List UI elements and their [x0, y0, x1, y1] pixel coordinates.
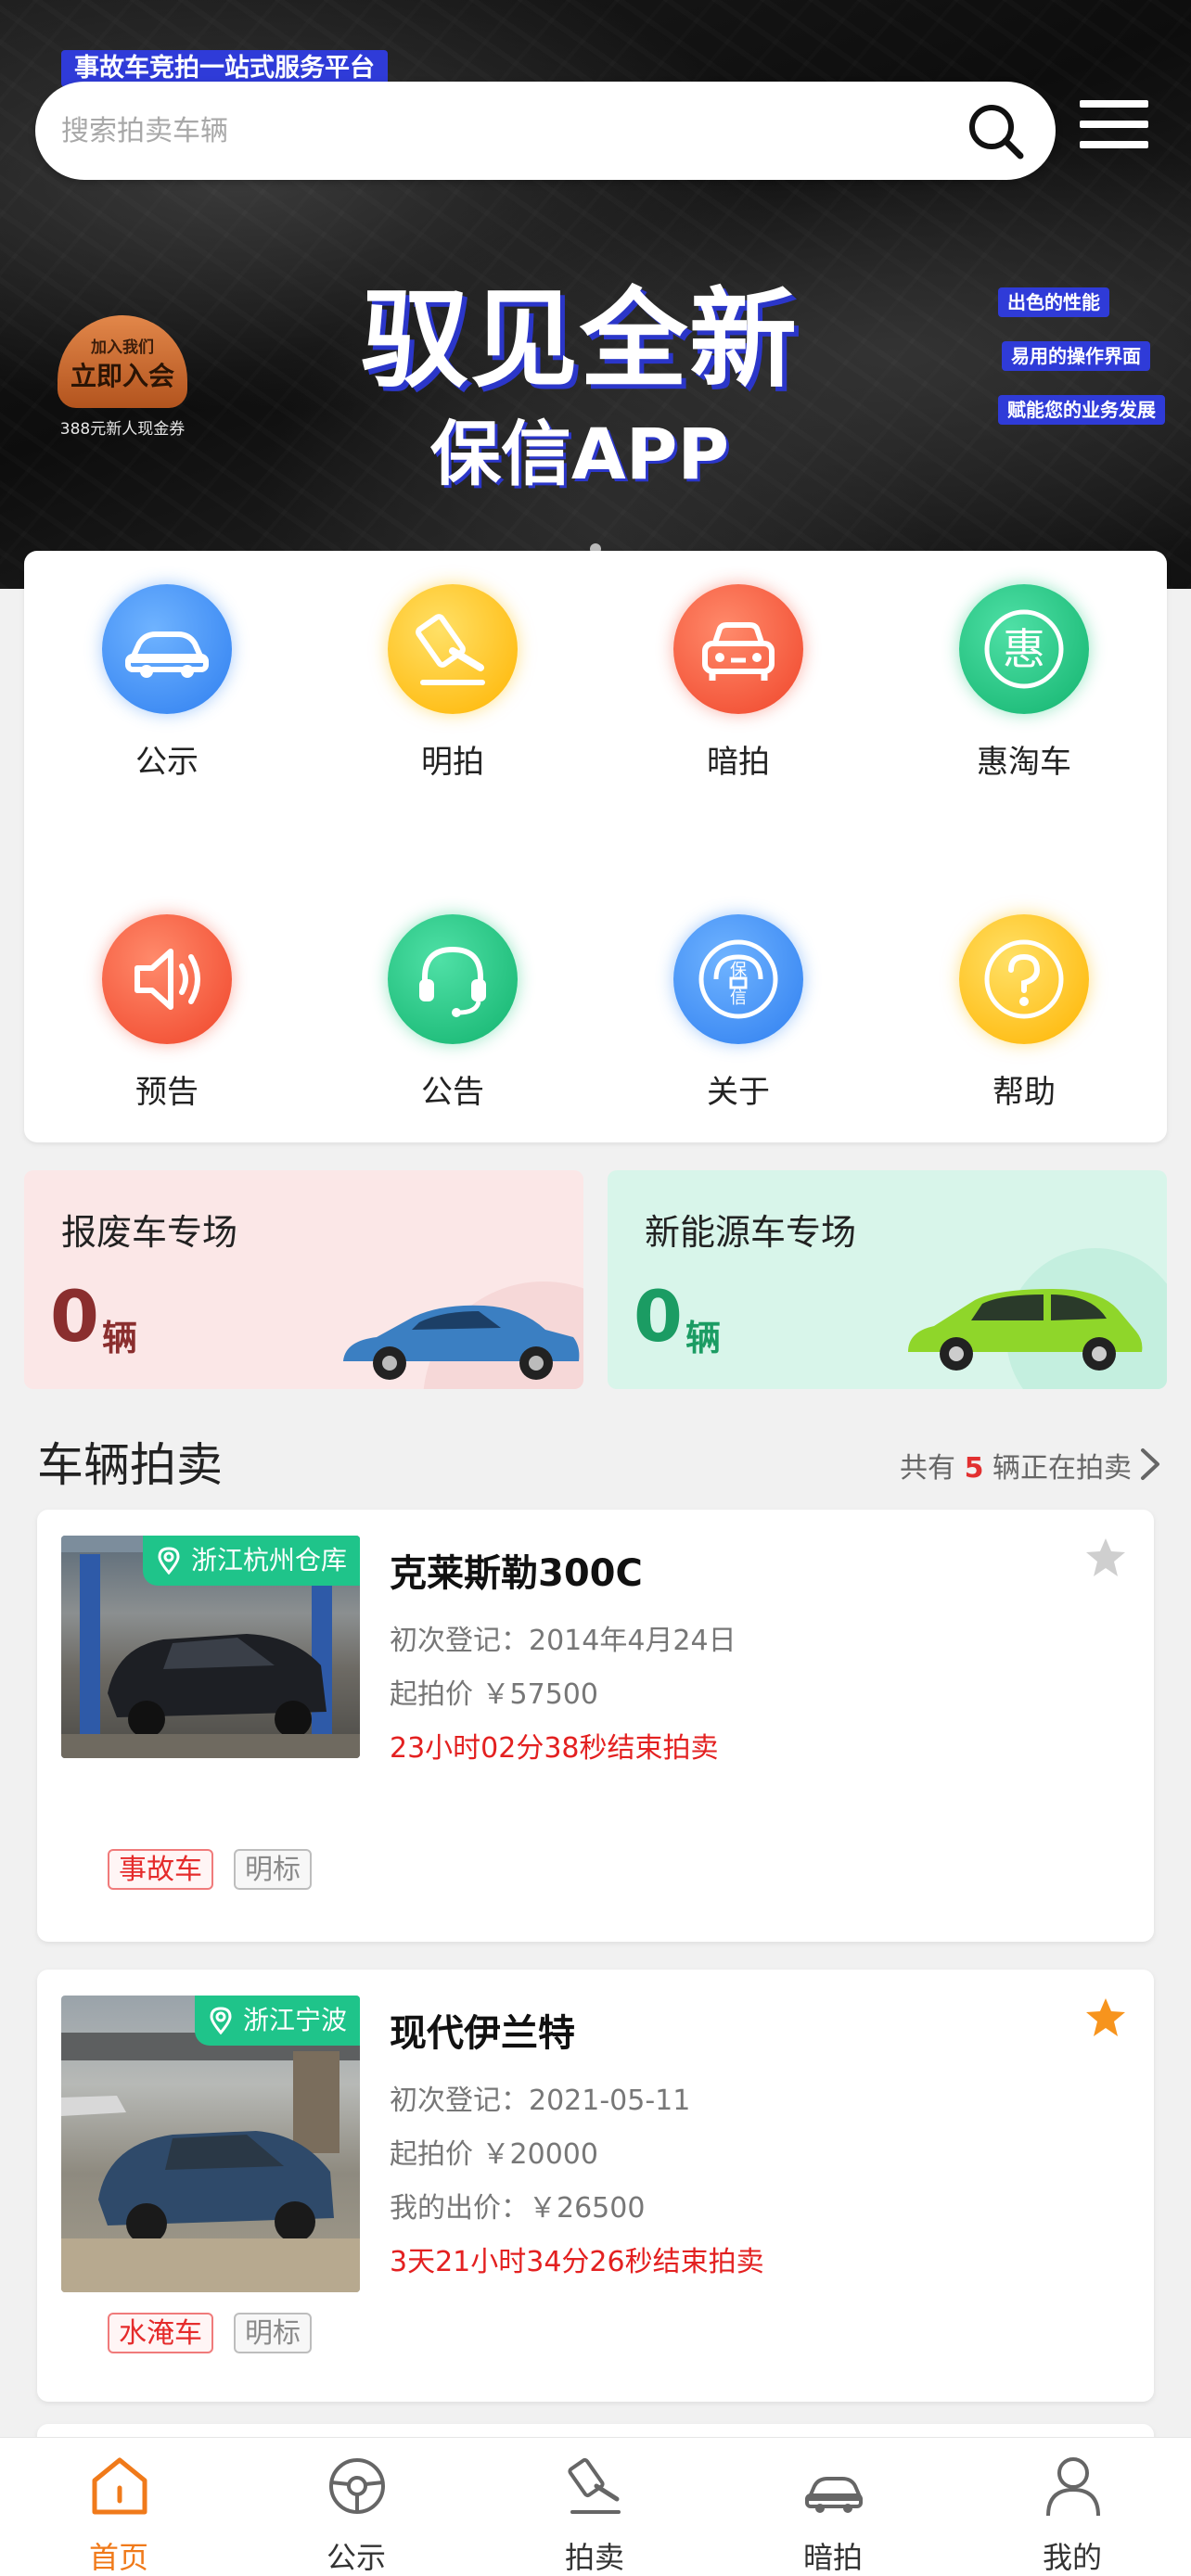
auction-section-title: 车辆拍卖 [37, 1438, 223, 1492]
zone-title: 报废车专场 [61, 1212, 238, 1253]
bid-type-tag: 明标 [234, 2313, 312, 2353]
category-help[interactable]: 帮助 [881, 881, 1167, 1111]
hamburger-menu-icon[interactable] [1080, 96, 1148, 152]
zone-count: 0 [634, 1275, 683, 1358]
condition-tag: 事故车 [108, 1849, 213, 1890]
start-price: 起拍价 ￥20000 [390, 2138, 598, 2171]
zone-title: 新能源车专场 [645, 1212, 857, 1253]
steering-wheel-icon [329, 2458, 385, 2514]
banner-feature-list: 出色的性能 易用的操作界面 赋能您的业务发展 [998, 287, 1165, 449]
car-icon [805, 2477, 863, 2513]
category-announcement[interactable]: 公告 [310, 881, 596, 1111]
location-text: 浙江宁波 [242, 2005, 347, 2035]
category-label: 公示 [135, 744, 198, 781]
category-label: 关于 [707, 1074, 770, 1111]
banner-headline: 驭见全新 [361, 277, 799, 402]
auction-count: 5 [964, 1452, 984, 1485]
my-bid: 我的出价：￥26500 [390, 2192, 646, 2225]
category-open-auction[interactable]: 明拍 [310, 551, 596, 781]
scrap-car-zone[interactable]: 报废车专场 0 辆 [24, 1170, 583, 1389]
bottom-tab-bar: 首页 公示 拍卖 暗拍 我的 [0, 2437, 1191, 2576]
auction-card[interactable]: 浙江宁波 现代伊兰特 初次登记：2021-05-11 起拍价 ￥20000 我的… [37, 1970, 1154, 2402]
tab-label: 拍卖 [564, 2540, 624, 2575]
count-suffix: 辆正在拍卖 [992, 1452, 1132, 1485]
countdown-text: 3天21小时34分26秒结束拍卖 [390, 2246, 764, 2278]
join-badge[interactable]: 加入我们 立即入会 388元新人现金券 [48, 315, 197, 445]
count-prefix: 共有 [900, 1452, 956, 1485]
search-input[interactable] [61, 82, 942, 180]
countdown-text: 23小时02分38秒结束拍卖 [390, 1732, 719, 1765]
join-line3: 388元新人现金券 [59, 420, 186, 439]
tab-auction[interactable]: 拍卖 [476, 2438, 713, 2576]
join-line2: 立即入会 [70, 361, 174, 391]
category-bargain-cars[interactable]: 惠 惠淘车 [881, 551, 1167, 781]
tab-profile[interactable]: 我的 [954, 2438, 1191, 2576]
svg-text:信: 信 [730, 988, 747, 1008]
registration-date: 初次登记：2021-05-11 [390, 2085, 691, 2117]
svg-text:惠: 惠 [1003, 624, 1045, 674]
car-front-icon [673, 584, 803, 714]
location-text: 浙江杭州仓库 [190, 1545, 347, 1575]
baoxin-logo-icon: 保信 [673, 914, 803, 1044]
vehicle-photo: 浙江杭州仓库 [61, 1536, 360, 1758]
location-pin-icon [210, 2007, 232, 2034]
question-icon [959, 914, 1089, 1044]
tab-public[interactable]: 公示 [237, 2438, 475, 2576]
new-energy-zone[interactable]: 新能源车专场 0 辆 [608, 1170, 1167, 1389]
search-icon[interactable] [967, 102, 1026, 161]
search-bar[interactable] [35, 82, 1056, 180]
vehicle-name: 现代伊兰特 [390, 2012, 575, 2055]
registration-date: 初次登记：2014年4月24日 [390, 1625, 736, 1657]
category-label: 预告 [135, 1074, 198, 1111]
gavel-icon [388, 584, 518, 714]
tab-home[interactable]: 首页 [0, 2438, 237, 2576]
tab-label: 公示 [326, 2540, 386, 2575]
gavel-icon [568, 2457, 621, 2514]
car-icon [102, 584, 232, 714]
favorite-star-icon[interactable] [1083, 1996, 1128, 2040]
feature-badge: 出色的性能 [998, 287, 1109, 317]
auction-count-link[interactable]: 共有 5 辆正在拍卖 [900, 1445, 1132, 1486]
vehicle-name: 克莱斯勒300C [390, 1552, 643, 1595]
auction-card[interactable]: 浙江杭州仓库 克莱斯勒300C 初次登记：2014年4月24日 起拍价 ￥575… [37, 1510, 1154, 1942]
hui-icon: 惠 [959, 584, 1089, 714]
start-price: 起拍价 ￥57500 [390, 1678, 598, 1711]
chevron-right-icon[interactable] [1137, 1447, 1163, 1482]
zone-count: 0 [50, 1275, 99, 1358]
banner-subheadline: 保信APP [429, 413, 730, 495]
category-preview[interactable]: 预告 [24, 881, 310, 1111]
hatchback-illustration [908, 1248, 1167, 1389]
tab-sealed-auction[interactable]: 暗拍 [714, 2438, 952, 2576]
zone-unit: 辆 [685, 1318, 722, 1358]
tab-label: 我的 [1042, 2540, 1102, 2575]
category-grid: 公示 明拍 暗拍 惠 惠淘车 预告 公告 保信 关于 帮助 [24, 551, 1167, 1142]
vehicle-photo: 浙江宁波 [61, 1996, 360, 2292]
promo-banner[interactable]: 事故车竞拍一站式服务平台 加入我们 立即入会 388元新人现金券 驭见全新 保信… [0, 0, 1191, 589]
zone-unit: 辆 [102, 1318, 138, 1358]
favorite-star-icon[interactable] [1083, 1536, 1128, 1580]
feature-badge: 赋能您的业务发展 [998, 395, 1165, 425]
user-icon [1046, 2457, 1100, 2517]
category-label: 公告 [421, 1074, 484, 1111]
category-sealed-auction[interactable]: 暗拍 [596, 551, 881, 781]
category-label: 惠淘车 [977, 744, 1071, 781]
speaker-icon [102, 914, 232, 1044]
join-line1: 加入我们 [91, 338, 154, 357]
location-badge: 浙江杭州仓库 [142, 1536, 360, 1586]
tab-label: 首页 [88, 2540, 148, 2575]
feature-badge: 易用的操作界面 [1002, 341, 1150, 371]
bid-type-tag: 明标 [234, 1849, 312, 1890]
tab-label: 暗拍 [802, 2540, 863, 2575]
location-badge: 浙江宁波 [194, 1996, 360, 2046]
location-pin-icon [158, 1547, 180, 1575]
category-label: 暗拍 [707, 744, 770, 781]
category-label: 明拍 [421, 744, 484, 781]
category-label: 帮助 [992, 1074, 1056, 1111]
home-icon [92, 2457, 147, 2515]
headset-icon [388, 914, 518, 1044]
condition-tag: 水淹车 [108, 2313, 213, 2353]
sedan-illustration [343, 1282, 583, 1389]
category-public[interactable]: 公示 [24, 551, 310, 781]
category-about[interactable]: 保信 关于 [596, 881, 881, 1111]
